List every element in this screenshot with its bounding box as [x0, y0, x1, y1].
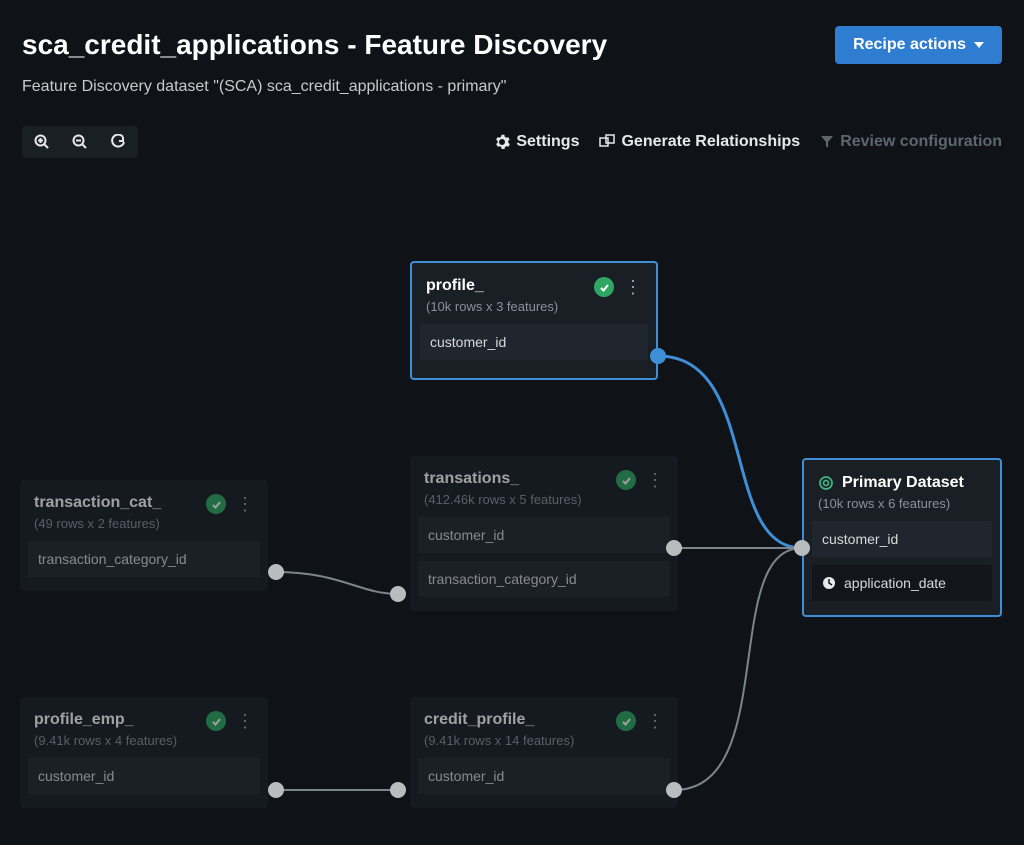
node-title: transaction_cat_ [34, 494, 161, 512]
node-menu-button[interactable]: ⋮ [624, 278, 642, 296]
feature-row[interactable]: customer_id [28, 758, 260, 794]
recipe-actions-label: Recipe actions [853, 36, 966, 54]
node-menu-button[interactable]: ⋮ [236, 712, 254, 730]
node-title: profile_ [426, 277, 558, 295]
node-subtitle: (412.46k rows x 5 features) [424, 492, 582, 507]
port-connector[interactable] [650, 348, 666, 364]
feature-label: customer_id [38, 768, 114, 784]
zoom-in-icon[interactable] [34, 134, 50, 150]
generate-label: Generate Relationships [621, 133, 800, 151]
settings-label: Settings [516, 133, 579, 151]
check-icon [594, 277, 614, 297]
feature-row[interactable]: customer_id [418, 758, 670, 794]
port-connector[interactable] [666, 782, 682, 798]
node-subtitle: (9.41k rows x 4 features) [34, 733, 177, 748]
generate-icon [599, 134, 615, 150]
port-connector[interactable] [390, 586, 406, 602]
node-subtitle: (10k rows x 6 features) [818, 496, 964, 511]
settings-button[interactable]: Settings [494, 133, 579, 151]
feature-row[interactable]: application_date [812, 565, 992, 601]
check-icon [616, 470, 636, 490]
refresh-icon[interactable] [110, 134, 126, 150]
chevron-down-icon [974, 42, 984, 48]
feature-row[interactable]: customer_id [812, 521, 992, 557]
node-menu-button[interactable]: ⋮ [646, 471, 664, 489]
node-transaction-cat[interactable]: transaction_cat_ (49 rows x 2 features) … [20, 480, 268, 591]
feature-row[interactable]: transaction_category_id [418, 561, 670, 597]
feature-row[interactable]: customer_id [418, 517, 670, 553]
zoom-out-icon[interactable] [72, 134, 88, 150]
node-subtitle: (49 rows x 2 features) [34, 516, 161, 531]
node-title: transations_ [424, 470, 582, 488]
node-profile[interactable]: profile_ (10k rows x 3 features) ⋮ custo… [410, 261, 658, 380]
port-connector[interactable] [666, 540, 682, 556]
feature-label: application_date [844, 575, 946, 591]
feature-row[interactable]: customer_id [420, 324, 648, 360]
review-configuration-button[interactable]: Review configuration [820, 133, 1002, 151]
node-subtitle: (9.41k rows x 14 features) [424, 733, 574, 748]
generate-relationships-button[interactable]: Generate Relationships [599, 133, 800, 151]
node-primary-dataset[interactable]: Primary Dataset (10k rows x 6 features) … [802, 458, 1002, 617]
clock-icon [822, 576, 836, 590]
feature-label: customer_id [822, 531, 898, 547]
node-profile-emp[interactable]: profile_emp_ (9.41k rows x 4 features) ⋮… [20, 697, 268, 808]
node-menu-button[interactable]: ⋮ [236, 495, 254, 513]
node-title: Primary Dataset [818, 474, 964, 492]
port-connector[interactable] [390, 782, 406, 798]
port-connector[interactable] [268, 564, 284, 580]
feature-label: transaction_category_id [38, 551, 187, 567]
feature-label: transaction_category_id [428, 571, 577, 587]
filter-icon [820, 135, 834, 149]
zoom-controls [22, 126, 138, 158]
node-title: profile_emp_ [34, 711, 177, 729]
port-connector[interactable] [794, 540, 810, 556]
page-subtitle: Feature Discovery dataset "(SCA) sca_cre… [22, 78, 1002, 96]
node-title: credit_profile_ [424, 711, 574, 729]
port-connector[interactable] [268, 782, 284, 798]
target-icon [818, 475, 834, 491]
gear-icon [494, 134, 510, 150]
check-icon [616, 711, 636, 731]
node-credit-profile[interactable]: credit_profile_ (9.41k rows x 14 feature… [410, 697, 678, 808]
node-subtitle: (10k rows x 3 features) [426, 299, 558, 314]
recipe-actions-button[interactable]: Recipe actions [835, 26, 1002, 64]
check-icon [206, 494, 226, 514]
feature-label: customer_id [428, 768, 504, 784]
node-menu-button[interactable]: ⋮ [646, 712, 664, 730]
review-label: Review configuration [840, 133, 1002, 151]
node-transations[interactable]: transations_ (412.46k rows x 5 features)… [410, 456, 678, 611]
page-title: sca_credit_applications - Feature Discov… [22, 29, 607, 61]
check-icon [206, 711, 226, 731]
feature-label: customer_id [428, 527, 504, 543]
feature-label: customer_id [430, 334, 506, 350]
feature-row[interactable]: transaction_category_id [28, 541, 260, 577]
